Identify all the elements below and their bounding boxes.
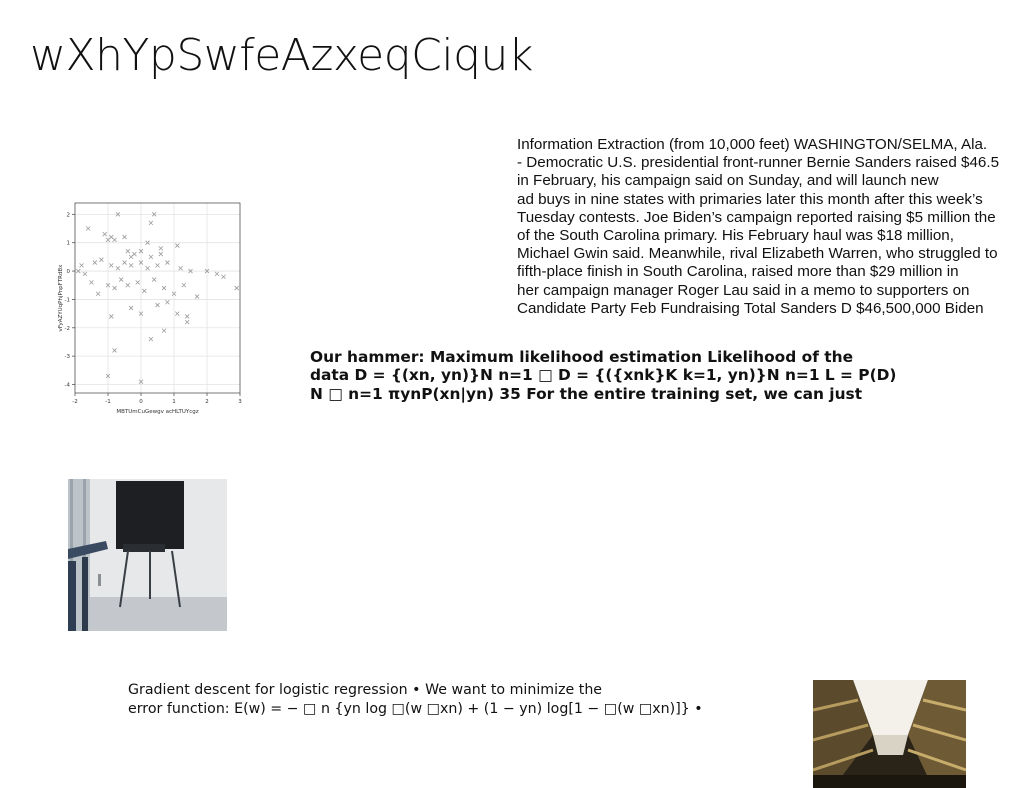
- gradient-text-block: Gradient descent for logistic regression…: [128, 681, 703, 719]
- scatter-point: [181, 282, 187, 288]
- scatter-point: [112, 348, 117, 353]
- scatter-point: [214, 271, 220, 277]
- x-axis-label: MBTUmCuGewgv acHLTUYcgz: [116, 409, 198, 415]
- scatter-point: [151, 277, 157, 282]
- scatter-point: [175, 243, 180, 248]
- scatter-point: [221, 274, 226, 280]
- mle-line: Our hammer: Maximum likelihood estimatio…: [310, 348, 854, 366]
- scatter-point: [158, 251, 164, 257]
- news-line: Michael Gwin said. Meanwhile, rival Eliz…: [517, 245, 998, 263]
- scatter-point: [109, 263, 114, 268]
- scatter-point: [82, 271, 88, 277]
- x-tick-label: 3: [238, 399, 242, 405]
- scatter-point: [184, 319, 190, 325]
- news-line: ad buys in nine states with primaries la…: [517, 190, 983, 208]
- news-line: Candidate Party Feb Fundraising Total Sa…: [517, 299, 984, 317]
- x-tick-label: -1: [105, 399, 110, 405]
- scatter-point: [89, 280, 94, 285]
- news-line: Tuesday contests. Joe Biden’s campaign r…: [517, 208, 996, 226]
- slide-title: wXhYpSwfeAzxeqCiquk: [30, 30, 533, 81]
- scatter-point: [112, 285, 117, 291]
- scatter-point: [234, 285, 239, 291]
- scatter-point: [125, 282, 131, 288]
- gradient-line: Gradient descent for logistic regression…: [128, 682, 603, 698]
- scatter-point: [109, 314, 114, 319]
- scatter-point: [102, 231, 107, 237]
- y-tick-label: 2: [67, 212, 71, 218]
- scatter-point: [184, 314, 190, 319]
- scatter-point: [142, 288, 147, 294]
- scatter-point: [128, 305, 134, 311]
- scatter-point: [148, 220, 154, 226]
- gradient-line: error function: E(w) = − □ n {yn log □(w…: [128, 701, 703, 717]
- scatter-point: [155, 302, 160, 308]
- scatter-plot-svg: -2 -1 0 1 2 3 -4 -3 -2 -1 0 1 2 MBTUmCuGewgv acHLTUYc…: [58, 202, 242, 415]
- x-tick-label: -2: [72, 399, 77, 405]
- news-line: her campaign manager Roger Lau said in a…: [517, 281, 970, 299]
- y-tick-label: -3: [65, 354, 71, 360]
- y-tick-label: 1: [67, 241, 71, 247]
- news-line: fifth-place finish in South Carolina, ra…: [517, 263, 959, 281]
- scatter-point: [148, 336, 154, 342]
- scatter-point: [161, 285, 167, 291]
- scatter-point: [92, 260, 98, 265]
- photo-chair-room: [68, 479, 227, 631]
- scatter-point: [132, 251, 137, 257]
- scatter-point: [115, 265, 121, 271]
- scatter-point: [135, 280, 140, 285]
- scatter-point: [161, 328, 167, 333]
- y-tick-label: -2: [65, 326, 70, 332]
- scatter-point: [125, 248, 131, 254]
- news-text-block: Information Extraction (from 10,000 feet…: [517, 136, 1024, 318]
- news-line: Information Extraction (from 10,000 feet…: [517, 136, 988, 153]
- scatter-point: [99, 257, 104, 262]
- scatter-point: [118, 277, 124, 282]
- scatter-point: [165, 260, 170, 265]
- news-line: of the South Carolina primary. His Febru…: [517, 227, 954, 245]
- plot-frame: [74, 202, 241, 394]
- x-tick-label: 1: [172, 399, 176, 405]
- scatter-point: [175, 311, 180, 316]
- scatter-point: [112, 237, 117, 243]
- news-line: in February, his campaign said on Sunday…: [517, 172, 939, 190]
- x-tick-label: 0: [139, 399, 143, 405]
- scatter-point: [158, 246, 164, 251]
- scatter-point: [165, 299, 170, 305]
- news-line: - Democratic U.S. presidential front-run…: [517, 154, 1000, 172]
- photo-building-courtyard: [813, 680, 966, 788]
- y-tick-label: -1: [65, 297, 70, 303]
- scatter-point: [95, 291, 101, 297]
- y-axis-label: vFyAZYUqPhjPnpFTRdBx: [58, 264, 64, 332]
- scatter-point: [155, 263, 160, 268]
- mle-line: data D = {(xn, yn)}N n=1 □ D = {({xnk}K …: [310, 366, 897, 385]
- x-tick-label: 2: [205, 399, 209, 405]
- y-tick-label: -4: [65, 382, 71, 388]
- scatter-point: [122, 260, 127, 265]
- y-tick-label: 0: [67, 269, 71, 275]
- scatter-point: [145, 265, 150, 271]
- scatter-point: [85, 226, 91, 231]
- scatter-point: [178, 265, 183, 271]
- scatter-point: [79, 263, 84, 268]
- scatter-point: [194, 294, 200, 299]
- scatter-point: [128, 263, 134, 268]
- mle-text-block: Our hammer: Maximum likelihood estimatio…: [310, 348, 950, 403]
- scatter-plot: -2 -1 0 1 2 3 -4 -3 -2 -1 0 1 2 MBTUmCuGewgv acHLTUYc…: [55, 195, 250, 420]
- scatter-point: [148, 254, 154, 260]
- mle-line: N □ n=1 πynP(xn|yn) 35 For the entire tr…: [310, 384, 863, 403]
- scatter-point: [122, 234, 127, 240]
